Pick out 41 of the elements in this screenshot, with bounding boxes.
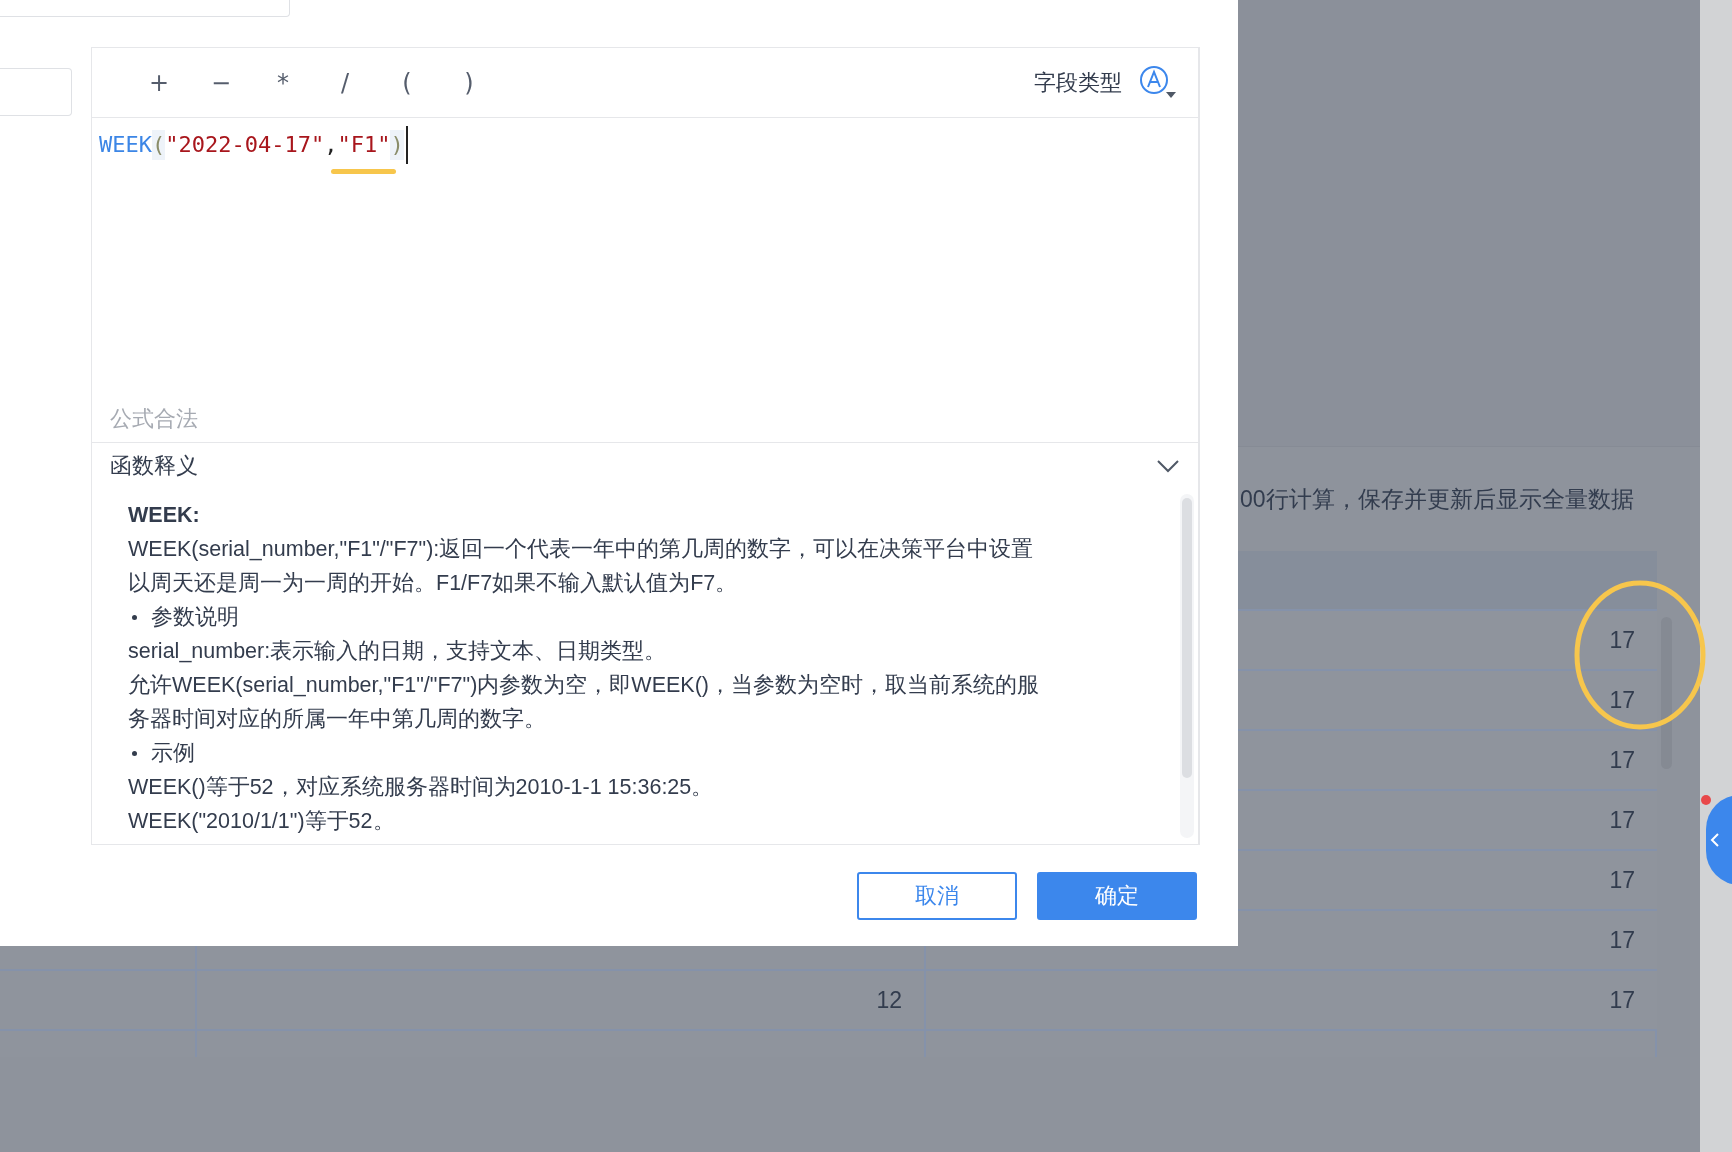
text-cursor [405,126,408,164]
chevron-down-icon [1156,458,1180,473]
operator-button[interactable]: ) [438,62,500,103]
function-name: WEEK: [128,502,201,529]
table-cell: 17 [1609,686,1635,714]
scrollbar[interactable] [1661,617,1672,769]
help-text: 允许WEEK(serial_number,"F1"/"F7")内参数为空，即WEEK()，当参数为空时，取当前系统的服 [128,672,1039,699]
bullet-icon [132,750,137,756]
operator-button[interactable]: ( [376,62,438,103]
table-cell: 17 [1609,746,1635,774]
table-cell: 17 [1609,986,1635,1014]
scrollbar[interactable] [1180,494,1194,838]
operator-button[interactable]: − [190,62,252,103]
formula-input[interactable]: WEEK("2022-04-17","F1") [92,118,1198,404]
help-text: serial_number:表示输入的日期，支持文本、日期类型。 [128,638,667,665]
input-field[interactable] [0,0,290,17]
operator-button[interactable]: * [252,62,314,103]
cancel-button[interactable]: 取消 [857,871,1017,920]
table-cell: 17 [1609,626,1635,654]
table-cell: 12 [876,986,902,1014]
operator-button[interactable]: + [128,62,190,103]
table-cell: 17 [1609,926,1635,954]
help-text: 务器时间对应的所属一年中第几周的数字。 [128,706,546,733]
confirm-button[interactable]: 确定 [1037,871,1197,920]
help-subheading: 参数说明 [151,604,239,631]
help-text: WEEK(serial_number,"F1"/"F7"):返回一个代表一年中的第几周的数字，可以在决策平台中设置 [128,536,1034,563]
bullet-icon [132,614,137,620]
table-cell: 17 [1609,866,1635,894]
search-field[interactable] [0,68,72,116]
help-subheading: 示例 [151,740,195,767]
chevron-left-icon [1710,832,1720,848]
table-cell: 17 [1609,806,1635,834]
help-text: WEEK("2010/1/1")等于52。 [128,808,395,835]
formula-status: 公式合法 [109,405,199,433]
operator-button[interactable]: / [314,62,376,103]
notification-dot [1701,795,1711,805]
help-text: WEEK()等于52，对应系统服务器时间为2010-1-1 15:36:25。 [128,774,714,801]
side-tab[interactable] [1706,795,1732,885]
field-type-label: 字段类型 [1034,68,1122,97]
notice-text: 00行计算，保存并更新后显示全量数据 [1240,484,1634,514]
help-text: 以周天还是周一为一周的开始。F1/F7如果不输入默认值为F7。 [128,570,738,597]
